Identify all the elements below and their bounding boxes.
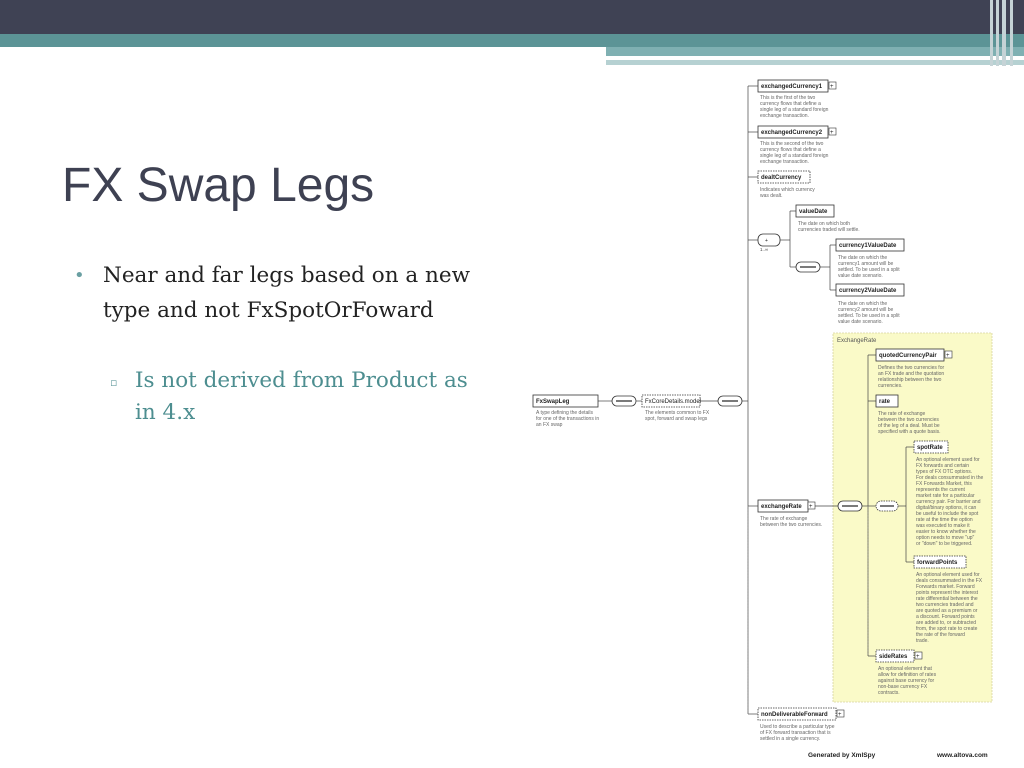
nonDeliverableForward-description: Used to describe a particular type of FX …	[760, 724, 835, 742]
sequence-compositor-1	[611, 395, 637, 407]
element-exchangedcurrency1: exchangedCurrency1 +	[757, 79, 837, 93]
schema-diagram: ExchangeRate + 1..∞ FxSwapLeg FxCoreDeta…	[532, 79, 993, 759]
svg-text:+: +	[916, 654, 920, 660]
svg-text:currency2ValueDate: currency2ValueDate	[839, 288, 897, 294]
element-exchangedcurrency2: exchangedCurrency2 +	[757, 125, 837, 139]
svg-text:exchangedCurrency1: exchangedCurrency1	[761, 84, 823, 90]
element-nondeliverableforward: nonDeliverableForward +	[757, 707, 845, 721]
svg-text:+: +	[830, 130, 834, 136]
exchangedCurrency2-description: This is the second of the two currency fl…	[760, 141, 829, 165]
element-fxswapleg: FxSwapLeg	[532, 394, 599, 408]
dealtCurrency-description: Indicates which currency was dealt.	[760, 187, 815, 199]
svg-text:exchangedCurrency2: exchangedCurrency2	[761, 130, 823, 136]
exchangedCurrency1-description: This is the first of the two currency flo…	[760, 95, 829, 119]
svg-text:+: +	[809, 504, 813, 510]
choice-cardinality: 1..∞	[760, 247, 768, 252]
sequence-compositor-2	[717, 395, 743, 407]
element-dealtcurrency: dealtCurrency	[757, 170, 811, 184]
svg-text:currency1ValueDate: currency1ValueDate	[839, 243, 897, 249]
model-description: The elements common to FX spot, forward a…	[645, 410, 710, 422]
svg-text:FxSwapLeg: FxSwapLeg	[536, 399, 570, 405]
svg-text:rate: rate	[879, 399, 891, 405]
svg-text:FxCoreDetails.model: FxCoreDetails.model	[645, 399, 701, 405]
svg-text:dealtCurrency: dealtCurrency	[761, 175, 802, 181]
exchangeRate-description: The rate of exchange between the two curr…	[760, 516, 822, 528]
element-forwardpoints: forwardPoints	[913, 555, 967, 569]
currency2ValueDate-description: The date on which the currency2 amount wi…	[838, 301, 900, 325]
svg-text:+: +	[946, 353, 950, 359]
element-exchangerate: exchangeRate +	[757, 499, 816, 513]
element-rate: rate	[875, 394, 899, 408]
element-currency1valuedate: currency1ValueDate	[835, 238, 905, 252]
svg-text:spotRate: spotRate	[917, 445, 943, 451]
svg-text:+: +	[830, 84, 834, 90]
element-spotrate: spotRate	[913, 440, 949, 454]
choice-compositor: +	[757, 233, 781, 247]
svg-text:forwardPoints: forwardPoints	[917, 560, 958, 566]
element-quotedcurrencypair: quotedCurrencyPair +	[875, 348, 953, 362]
element-valuedate: valueDate	[795, 204, 835, 218]
valueDate-description: The date on which both currencies traded …	[798, 221, 860, 233]
svg-text:sideRates: sideRates	[879, 654, 908, 660]
sequence-compositor-3	[795, 261, 821, 273]
element-currency2valuedate: currency2ValueDate	[835, 283, 905, 297]
svg-text:+: +	[838, 712, 842, 718]
svg-text:quotedCurrencyPair: quotedCurrencyPair	[879, 353, 937, 359]
svg-text:valueDate: valueDate	[799, 209, 828, 215]
optional-sequence-compositor	[875, 500, 899, 512]
svg-text:+: +	[765, 238, 768, 244]
generated-by-label: Generated by XmlSpy	[808, 752, 876, 759]
element-fxcoredetails-model: FxCoreDetails.model	[641, 394, 701, 408]
currency1ValueDate-description: The date on which the currency1 amount wi…	[838, 255, 900, 279]
sequence-compositor-4	[837, 500, 863, 512]
svg-text:nonDeliverableForward: nonDeliverableForward	[761, 712, 828, 718]
root-description: A type defining the details for one of th…	[536, 410, 599, 428]
altova-site-label: www.altova.com	[936, 752, 988, 759]
exchangerate-type-label: ExchangeRate	[837, 338, 877, 344]
svg-text:exchangeRate: exchangeRate	[761, 504, 802, 510]
